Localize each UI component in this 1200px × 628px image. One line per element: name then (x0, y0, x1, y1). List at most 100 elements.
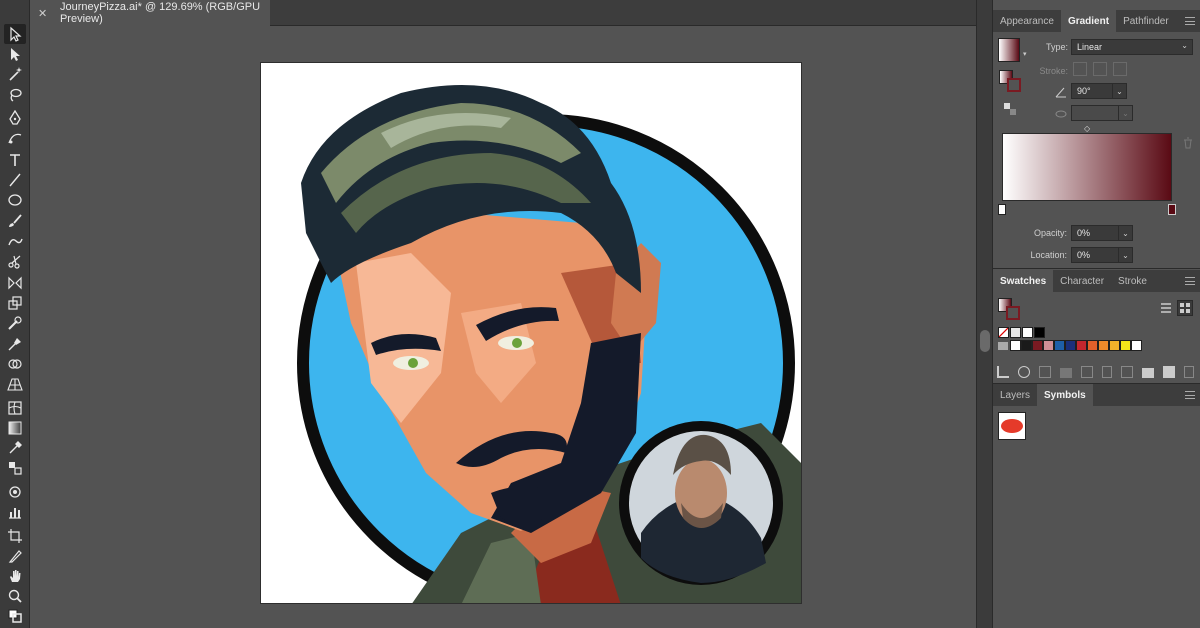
shape-builder-tool-icon[interactable] (4, 354, 26, 374)
swatch-color[interactable] (1010, 340, 1021, 351)
swatch-white[interactable] (1022, 327, 1033, 338)
tab-pathfinder[interactable]: Pathfinder (1116, 10, 1176, 32)
swatch-color[interactable] (1131, 340, 1142, 351)
folder-icon[interactable] (1142, 368, 1154, 378)
gradient-stop-start[interactable] (998, 204, 1006, 215)
swatch-color[interactable] (1087, 340, 1098, 351)
panel-menu-icon[interactable] (1185, 277, 1195, 285)
swatch-color[interactable] (1109, 340, 1120, 351)
lasso-tool-icon[interactable] (4, 85, 26, 105)
artboard-tool-icon[interactable] (4, 526, 26, 546)
chevron-down-icon[interactable]: ⌄ (1118, 106, 1132, 120)
scissors-tool-icon[interactable] (4, 251, 26, 271)
swatch-black[interactable] (1034, 327, 1045, 338)
new-color-group-icon[interactable] (1060, 368, 1072, 378)
chevron-down-icon[interactable]: ⌄ (1118, 248, 1132, 262)
symbol-sprayer-tool-icon[interactable] (4, 482, 26, 502)
swatch-fill-stroke-indicator[interactable] (998, 298, 1022, 322)
magic-wand-tool-icon[interactable] (4, 64, 26, 84)
stroke-across-icon[interactable] (1113, 62, 1127, 76)
line-segment-tool-icon[interactable] (4, 170, 26, 190)
trash-icon[interactable] (1184, 366, 1194, 378)
blend-tool-icon[interactable] (4, 458, 26, 478)
location-field[interactable]: 0% ⌄ (1071, 247, 1133, 263)
swatch-libraries-icon[interactable] (997, 366, 1009, 378)
hand-tool-icon[interactable] (4, 566, 26, 586)
selection-tool-icon[interactable] (4, 24, 26, 44)
stroke-within-icon[interactable] (1073, 62, 1087, 76)
document-tab-bar: ✕ JourneyPizza.ai* @ 129.69% (RGB/GPU Pr… (30, 0, 976, 26)
swatch-options-icon[interactable] (1039, 366, 1051, 378)
stroke-along-icon[interactable] (1093, 62, 1107, 76)
reverse-gradient-icon[interactable] (1003, 102, 1017, 116)
direct-selection-tool-icon[interactable] (4, 44, 26, 64)
show-kinds-icon[interactable] (1018, 366, 1030, 378)
swatch-registration[interactable] (1010, 327, 1021, 338)
pen-tool-icon[interactable] (4, 108, 26, 128)
tab-appearance[interactable]: Appearance (993, 10, 1061, 32)
puppet-warp-tool-icon[interactable] (4, 334, 26, 354)
aspect-ratio-field[interactable]: ⌄ (1071, 105, 1133, 121)
opacity-field[interactable]: 0% ⌄ (1071, 225, 1133, 241)
angle-field[interactable]: 90° ⌄ (1071, 83, 1127, 99)
fill-stroke-toggle-icon[interactable] (4, 606, 26, 626)
tab-symbols[interactable]: Symbols (1037, 384, 1093, 406)
tab-layers[interactable]: Layers (993, 384, 1037, 406)
ellipse-tool-icon[interactable] (4, 190, 26, 210)
symbol-thumbnail[interactable] (998, 412, 1026, 440)
zoom-tool-icon[interactable] (4, 586, 26, 606)
chevron-down-icon[interactable]: ⌄ (1112, 84, 1126, 98)
slice-tool-icon[interactable] (4, 546, 26, 566)
chevron-down-icon[interactable]: ⌄ (1118, 226, 1132, 240)
scrollbar-thumb[interactable] (980, 330, 990, 352)
gradient-tool-icon[interactable] (4, 418, 26, 438)
canvas-area[interactable] (30, 27, 976, 628)
type-tool-icon[interactable] (4, 150, 26, 170)
duplicate-icon[interactable] (1163, 366, 1175, 378)
vertical-scrollbar[interactable] (976, 0, 992, 628)
swatch-folder-icon[interactable] (998, 342, 1008, 350)
new-swatch-icon[interactable] (1081, 366, 1093, 378)
eyedropper-tool-icon[interactable] (4, 438, 26, 458)
swatch-none[interactable] (998, 327, 1009, 338)
document-tab[interactable]: ✕ JourneyPizza.ai* @ 129.69% (RGB/GPU Pr… (30, 0, 270, 26)
scale-tool-icon[interactable] (4, 293, 26, 313)
fill-stroke-indicator[interactable] (999, 70, 1023, 96)
stroke-gradient-options[interactable] (1073, 62, 1133, 76)
rotate-tool-icon[interactable] (4, 273, 26, 293)
gradient-type-select[interactable]: Linear ⌄ (1071, 39, 1193, 55)
artboard[interactable] (260, 62, 802, 604)
swatch-color[interactable] (1021, 340, 1032, 351)
swatch-color[interactable] (1054, 340, 1065, 351)
close-tab-icon[interactable]: ✕ (38, 7, 50, 20)
tab-stroke[interactable]: Stroke (1111, 270, 1154, 292)
mesh-tool-icon[interactable] (4, 398, 26, 418)
grid-view-icon[interactable] (1177, 300, 1193, 316)
shaper-tool-icon[interactable] (4, 231, 26, 251)
panel-menu-icon[interactable] (1185, 391, 1195, 399)
swatch-color[interactable] (1076, 340, 1087, 351)
delete-stop-icon[interactable] (1183, 136, 1193, 149)
gradient-preview-swatch[interactable] (998, 38, 1020, 62)
gradient-stop-end[interactable] (1168, 204, 1176, 215)
gradient-midpoint-icon[interactable]: ◇ (1084, 124, 1090, 133)
list-view-icon[interactable] (1159, 301, 1173, 315)
delete-swatch-icon[interactable] (1102, 366, 1112, 378)
swatch-color[interactable] (1098, 340, 1109, 351)
column-graph-tool-icon[interactable] (4, 502, 26, 522)
tab-gradient[interactable]: Gradient (1060, 10, 1117, 32)
curvature-tool-icon[interactable] (4, 128, 26, 148)
tab-swatches[interactable]: Swatches (993, 270, 1054, 292)
swatch-color[interactable] (1032, 340, 1043, 351)
swatch-color[interactable] (1065, 340, 1076, 351)
tab-character[interactable]: Character (1053, 270, 1111, 292)
paintbrush-tool-icon[interactable] (4, 211, 26, 231)
perspective-grid-tool-icon[interactable] (4, 374, 26, 394)
swatch-color[interactable] (1120, 340, 1131, 351)
gradient-dropdown-icon[interactable]: ▾ (1023, 50, 1027, 58)
panel-menu-icon[interactable] (1185, 17, 1195, 25)
gradient-ramp[interactable] (1002, 133, 1172, 201)
warp-tool-icon[interactable] (4, 314, 26, 334)
swatch-color[interactable] (1043, 340, 1054, 351)
color-group-icon[interactable] (1121, 366, 1133, 378)
